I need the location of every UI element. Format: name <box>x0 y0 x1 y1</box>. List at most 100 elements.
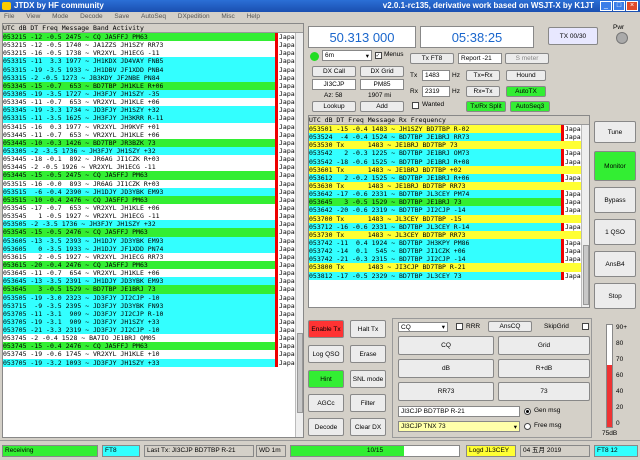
power-knob-icon[interactable] <box>616 32 628 44</box>
decode-row[interactable]: 053745 -15 -0.4 2476 ~ CQ JA5FFJ PM63 Jap… <box>3 342 303 351</box>
gen-msg-radio[interactable] <box>524 408 531 415</box>
hint-button[interactable]: Hint <box>308 370 344 388</box>
decode-row[interactable]: 053612 2 -0.2 1525 ~ BD7TBP JE1BRJ R+06 J… <box>309 173 589 182</box>
decode-row[interactable]: 053705 -11 -3.1 909 ~ JD3FJY JI2CJP R-10… <box>3 309 303 318</box>
decode-row[interactable]: 053501 -15 -0.4 1483 ~ JH1SZY BD7TBP R-0… <box>309 125 589 134</box>
decode-row[interactable]: 053645 3 -0.5 1529 ~ BD7TBP JE1BRJ 73 Jap… <box>309 198 589 207</box>
msg-db-button[interactable]: dB <box>398 359 494 378</box>
skipgrid-checkbox[interactable] <box>582 323 589 330</box>
menus-checkbox[interactable]: ✓ <box>375 52 382 59</box>
smeter-button[interactable]: S meter <box>505 53 549 64</box>
decode-row[interactable]: 053545 1 -0.5 1927 ~ VR2XYL JH1ECG -11 Ja… <box>3 212 303 221</box>
decode-row[interactable]: 053645 -11 -0.7 654 ~ VR2XYL JH1KLE +06 J… <box>3 269 303 278</box>
decode-row[interactable]: 053445 -10 -0.3 1426 ~ BD7TBP JR3BZK 73 J… <box>3 138 303 147</box>
clear-dx-button[interactable]: Clear DX <box>350 418 386 436</box>
decode-row[interactable]: 053530 Tx 1483 ~ JE1BRJ BD7TBP 73 <box>309 141 589 150</box>
ansb4-button[interactable]: AnsB4 <box>594 251 636 277</box>
decode-row[interactable]: 053705 -19 -3.1 909 ~ JD3FJY JH1SZY +33 J… <box>3 317 303 327</box>
decode-row[interactable]: 053645 3 -0.5 1529 ~ BD7TBP JE1BRJ 73 Jap… <box>3 285 303 294</box>
lookup-button[interactable]: Lookup <box>312 101 356 112</box>
agcc-button[interactable]: AGCc <box>308 394 344 412</box>
decode-row[interactable]: 053215 -16 -0.5 1738 ~ VR2XYL JH1ECG -11… <box>3 49 303 58</box>
dx-call-button[interactable]: DX Call <box>312 66 356 77</box>
wanted-checkbox[interactable] <box>412 102 419 109</box>
stop-button[interactable]: Stop <box>594 283 636 309</box>
decode-row[interactable]: 053605 -13 -3.5 2393 ~ JH1DJY JD3YBK EM9… <box>3 236 303 245</box>
autotx-button[interactable]: AutoTX <box>506 86 546 97</box>
decode-row[interactable]: 053445 -11 -0.7 653 ~ VR2XYL JH1KLE +06 J… <box>3 130 303 139</box>
decode-row[interactable]: 053642 -17 -0.6 2331 ~ BD7TBP JL3CEY PM7… <box>309 190 589 199</box>
decode-row[interactable]: 053515 -6 -0.4 2390 ~ JH1DJY JD3YBK EM93… <box>3 187 303 196</box>
decode-row[interactable]: 053730 Tx 1483 ~ JL3CEY BD7TBP RR73 <box>309 230 589 239</box>
split-button[interactable]: Tx/Rx Split <box>466 101 506 112</box>
decode-row[interactable]: 053515 -10 -0.4 2476 ~ CQ JA5FFJ PM63 Jap… <box>3 195 303 204</box>
decode-row[interactable]: 053745 -19 -0.6 1745 ~ VR2XYL JH1KLE +10… <box>3 350 303 359</box>
free-msg-radio[interactable] <box>524 423 531 430</box>
decode-row[interactable]: 053642 -20 -0.6 2319 ~ BD7TBP JI2CJP -14… <box>309 206 589 215</box>
minimize-icon[interactable]: _ <box>600 1 612 11</box>
decode-row[interactable]: 053705 -21 -3.3 2319 ~ JD3FJY JI2CJP -10… <box>3 326 303 335</box>
decode-row[interactable]: 053345 -15 -0.7 653 ~ BD7TBP JH1KLE R+06… <box>3 81 303 90</box>
decode-row[interactable]: 053812 -17 -0.5 2329 ~ BD7TBP JL3CEY 73 J… <box>309 271 589 280</box>
decode-row[interactable]: 053615 2 -0.5 1927 ~ VR2XYL JH1ECG RR73 J… <box>3 252 303 261</box>
filter-button[interactable]: Filter <box>350 394 386 412</box>
decode-row[interactable]: 053315 -2 -0.5 1273 ~ JB3KDY JF2NBE PN84… <box>3 73 303 82</box>
decode-row[interactable]: 053445 -18 -0.1 892 ~ JR6AG JI1CZK R+03 J… <box>3 155 303 164</box>
tx-equals-rx-button[interactable]: Tx=Rx <box>466 70 500 81</box>
decode-row[interactable]: 053415 -16 0.3 1977 ~ VR2XYL JH9KVF +01 J… <box>3 122 303 131</box>
decode-row[interactable]: 053630 Tx 1483 ~ JE1BRJ BD7TBP RR73 <box>309 181 589 191</box>
monitor-button[interactable]: Monitor <box>594 151 636 181</box>
tx-mode-select[interactable]: Tx FT8 <box>410 53 454 64</box>
decode-row[interactable]: 053645 -13 -3.5 2391 ~ JH1DJY JD3YBK EM9… <box>3 277 303 286</box>
tx-period-button[interactable]: TX 00/30 <box>548 27 598 45</box>
decode-row[interactable]: 053712 -16 -0.6 2331 ~ BD7TBP JL3CEY R-1… <box>309 222 589 231</box>
band-activity-scrollbar[interactable] <box>295 33 303 437</box>
cq-select[interactable]: CQ ▾ <box>398 322 448 332</box>
msg-rdb-button[interactable]: R+dB <box>498 359 590 378</box>
log-qso-button[interactable]: Log QSO <box>308 345 344 363</box>
decode-row[interactable]: 053515 -16 -0.0 893 ~ JR6AG JI1CZK R+03 J… <box>3 179 303 188</box>
add-button[interactable]: Add <box>360 101 404 112</box>
decode-row[interactable]: 053545 -15 -0.5 2476 ~ CQ JA5FFJ PM63 Jap… <box>3 228 303 237</box>
hound-button[interactable]: Hound <box>506 70 546 81</box>
anscq-button[interactable]: AnsCQ <box>488 321 532 332</box>
free-message-select[interactable]: JI3CJP TNX 73 ▾ <box>398 421 520 432</box>
decode-row[interactable]: 053742 -14 0.1 545 ~ BD7TBP JI1CZK +06 Ja… <box>309 247 589 256</box>
menu-autoseq[interactable]: AutoSeq <box>141 13 166 20</box>
decode-row[interactable]: 053545 -17 -0.7 653 ~ VR2XYL JH1KLE +06 J… <box>3 203 303 213</box>
decode-row[interactable]: 053215 -12 -0.5 2475 ~ CQ JA5FFJ PM63 Jap… <box>3 33 303 42</box>
halt-tx-button[interactable]: Halt Tx <box>350 320 386 338</box>
decode-row[interactable]: 053445 -2 -0.5 1926 ~ VR2XYL JH1ECG -11 J… <box>3 163 303 172</box>
decode-row[interactable]: 053315 -11 3.3 1977 ~ JH1KDX JD4VAY FNB5… <box>3 57 303 66</box>
gen-message-input[interactable]: JI3CJP BD7TBP R-21 <box>398 406 520 417</box>
decode-row[interactable]: 053745 -2 -0.4 1528 ~ BA7IO JE1BRJ QM05 J… <box>3 334 303 343</box>
decode-row[interactable]: 053800 Tx 1483 ~ JI3CJP BD7TBP R-21 <box>309 263 589 272</box>
dx-call-input[interactable]: JI3CJP <box>312 79 356 90</box>
decode-row[interactable]: 053215 -12 -0.5 1740 ~ JA1ZZS JH1SZY RR7… <box>3 41 303 50</box>
menu-file[interactable]: File <box>4 13 14 20</box>
decode-row[interactable]: 053305 -2 -3.5 1736 ~ JH3FJY JH1SZY +32 J… <box>3 146 303 156</box>
snl-mode-button[interactable]: SNL mode <box>350 370 386 388</box>
enable-tx-button[interactable]: Enable Tx <box>308 320 344 338</box>
rrr-checkbox[interactable] <box>456 323 463 330</box>
decode-row[interactable]: 053700 Tx 1483 ~ JL3CEY BD7TBP -15 <box>309 214 589 223</box>
decode-row[interactable]: 053315 -19 -3.5 1933 ~ JH1DBV JF1XDD PNB… <box>3 65 303 74</box>
band-select[interactable]: 6m ▾ <box>322 50 372 61</box>
one-qso-button[interactable]: 1 QSO <box>594 219 636 245</box>
decode-row[interactable]: 053505 -19 -3.0 2323 ~ JD3FJY JI2CJP -10… <box>3 293 303 302</box>
decode-row[interactable]: 053605 0 -3.5 1933 ~ JH1DJY JF1XDD PN74 J… <box>3 244 303 253</box>
decode-row[interactable]: 053345 -11 -0.7 653 ~ VR2XYL JH1KLE +06 J… <box>3 98 303 107</box>
bypass-button[interactable]: Bypass <box>594 187 636 213</box>
menu-mode[interactable]: Mode <box>52 13 68 20</box>
msg-rr73-button[interactable]: RR73 <box>398 382 494 401</box>
report-spinbox[interactable]: Report -21 <box>458 53 502 64</box>
decode-row[interactable]: 053742 -11 0.4 1924 ~ BD7TBP JH3KPY PM86… <box>309 238 589 248</box>
decode-row[interactable]: 053305 -19 -3.5 1727 ~ JH3FJY JH1SZY -35… <box>3 89 303 99</box>
decode-row[interactable]: 053524 -4 -0.4 1524 ~ BD7TBP JE1BRJ RR73… <box>309 133 589 142</box>
menu-misc[interactable]: Misc <box>221 13 234 20</box>
decode-row[interactable]: 053542 -18 -0.6 1525 ~ BD7TBP JE1BRJ R+0… <box>309 157 589 166</box>
rx-equals-tx-button[interactable]: Rx=Tx <box>466 86 500 97</box>
msg-73-button[interactable]: 73 <box>498 382 590 401</box>
menu-view[interactable]: View <box>26 13 40 20</box>
dx-grid-input[interactable]: PM85 <box>360 79 404 90</box>
